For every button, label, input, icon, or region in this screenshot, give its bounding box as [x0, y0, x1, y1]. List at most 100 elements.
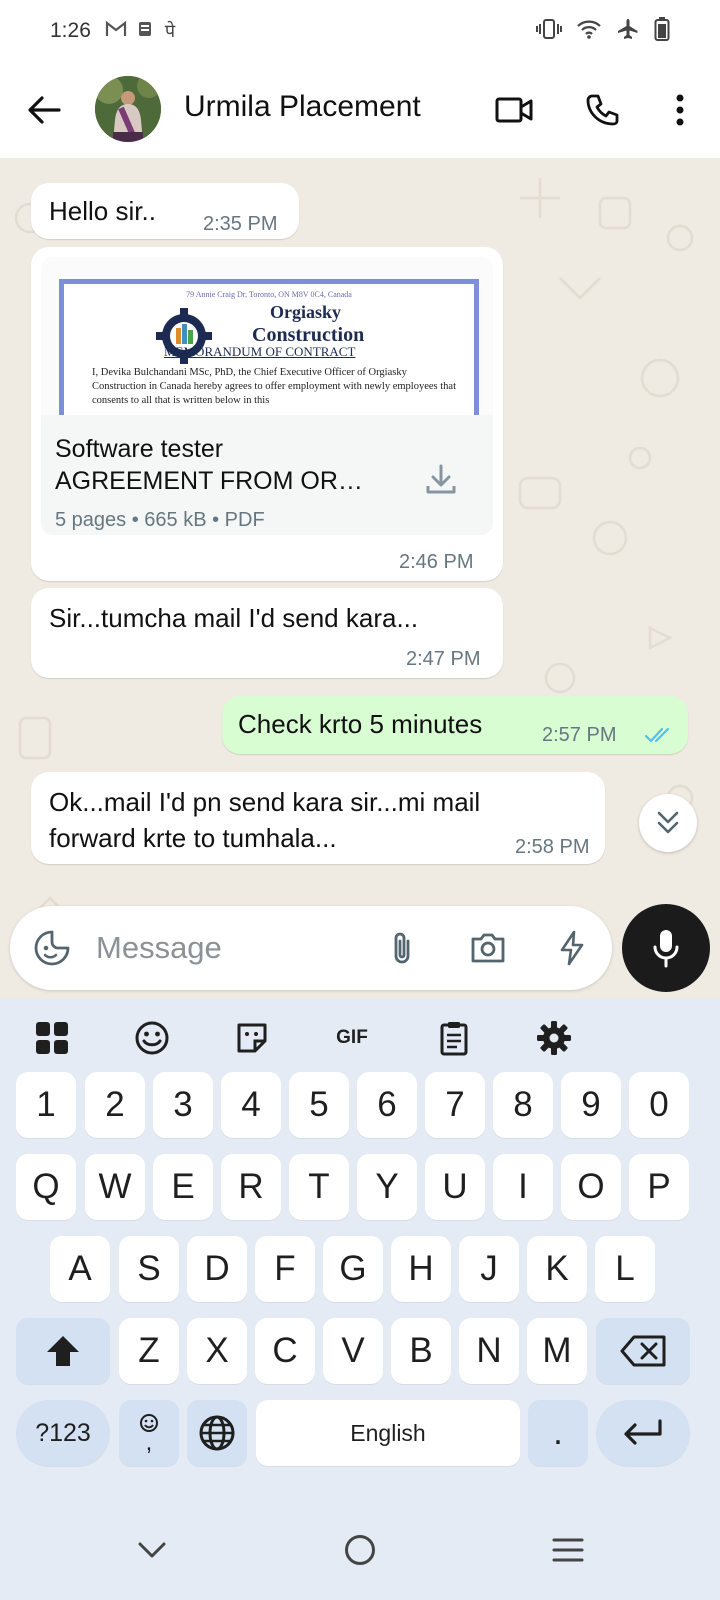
key-d[interactable]: D: [187, 1236, 247, 1302]
key-x[interactable]: X: [187, 1318, 247, 1384]
message-input[interactable]: [96, 922, 366, 974]
shift-key[interactable]: [16, 1318, 110, 1384]
key-h[interactable]: H: [391, 1236, 451, 1302]
nav-back-button[interactable]: [128, 1526, 176, 1574]
settings-button[interactable]: [532, 1016, 576, 1060]
message-bubble-incoming[interactable]: Sir...tumcha mail I'd send kara... 2:47 …: [31, 588, 503, 678]
key-1[interactable]: 1: [16, 1072, 76, 1138]
more-options-button[interactable]: [662, 88, 698, 132]
key-e[interactable]: E: [153, 1154, 213, 1220]
camera-button[interactable]: [466, 926, 510, 970]
status-right-icons: [536, 16, 670, 47]
contact-name[interactable]: Urmila Placement: [184, 90, 421, 124]
key-6[interactable]: 6: [357, 1072, 417, 1138]
key-2[interactable]: 2: [85, 1072, 145, 1138]
key-q[interactable]: Q: [16, 1154, 76, 1220]
key-b[interactable]: B: [391, 1318, 451, 1384]
key-z[interactable]: Z: [119, 1318, 179, 1384]
video-call-icon: [495, 97, 533, 123]
message-time: 2:46 PM: [399, 551, 474, 573]
attach-button[interactable]: [380, 926, 424, 970]
enter-key[interactable]: [596, 1400, 690, 1466]
key-r[interactable]: R: [221, 1154, 281, 1220]
emoji-comma-key[interactable]: ,: [119, 1400, 179, 1466]
key-s[interactable]: S: [119, 1236, 179, 1302]
gif-button[interactable]: GIF: [330, 1016, 374, 1060]
document-message-bubble[interactable]: 79 Annie Craig Dr, Toronto, ON M8V 0C4, …: [31, 247, 503, 581]
nav-home-icon: [345, 1535, 375, 1565]
key-m[interactable]: M: [527, 1318, 587, 1384]
comma-label: ,: [145, 1429, 153, 1456]
back-button[interactable]: [22, 88, 66, 132]
emoji-button[interactable]: [130, 1016, 174, 1060]
message-text: Check krto 5 minutes: [238, 709, 483, 739]
message-bubble-incoming[interactable]: Ok...mail I'd pn send kara sir...mi mail…: [31, 772, 605, 864]
back-arrow-icon: [28, 96, 61, 124]
document-info[interactable]: Software tester AGREEMENT FROM OR… 5 pag…: [41, 415, 493, 535]
key-4[interactable]: 4: [221, 1072, 281, 1138]
airplane-icon: [616, 17, 640, 46]
key-f[interactable]: F: [255, 1236, 315, 1302]
apps-grid-icon: [36, 1022, 68, 1054]
nav-recents-button[interactable]: [544, 1526, 592, 1574]
key-n[interactable]: N: [459, 1318, 519, 1384]
message-text: Hello sir..: [49, 196, 156, 226]
key-a[interactable]: A: [50, 1236, 110, 1302]
key-8[interactable]: 8: [493, 1072, 553, 1138]
avatar-image: [95, 76, 161, 142]
battery-icon: [654, 16, 670, 47]
period-key[interactable]: .: [528, 1400, 588, 1466]
key-t[interactable]: T: [289, 1154, 349, 1220]
key-o[interactable]: O: [561, 1154, 621, 1220]
message-time: 2:35 PM: [203, 213, 278, 235]
sticker-button[interactable]: [230, 1016, 274, 1060]
more-vert-icon: [676, 94, 684, 126]
globe-icon: [199, 1415, 235, 1451]
document-preview[interactable]: 79 Annie Craig Dr, Toronto, ON M8V 0C4, …: [41, 257, 493, 415]
key-i[interactable]: I: [493, 1154, 553, 1220]
key-5[interactable]: 5: [289, 1072, 349, 1138]
symbols-key[interactable]: ?123: [16, 1400, 110, 1466]
backspace-key[interactable]: [596, 1318, 690, 1384]
clipboard-button[interactable]: [432, 1016, 476, 1060]
key-u[interactable]: U: [425, 1154, 485, 1220]
key-v[interactable]: V: [323, 1318, 383, 1384]
document-name: Software tester AGREEMENT FROM OR…: [55, 435, 363, 495]
chat-area[interactable]: Hello sir.. 2:35 PM 79 Annie Craig Dr, T…: [0, 158, 720, 998]
key-w[interactable]: W: [85, 1154, 145, 1220]
language-key[interactable]: [187, 1400, 247, 1466]
message-bubble-incoming[interactable]: Hello sir.. 2:35 PM: [31, 183, 299, 239]
key-3[interactable]: 3: [153, 1072, 213, 1138]
nav-home-button[interactable]: [336, 1526, 384, 1574]
sticker-icon: [237, 1023, 267, 1053]
key-y[interactable]: Y: [357, 1154, 417, 1220]
scroll-to-bottom-button[interactable]: [639, 794, 697, 852]
emoji-sticker-button[interactable]: [30, 926, 74, 970]
key-7[interactable]: 7: [425, 1072, 485, 1138]
video-call-button[interactable]: [492, 88, 536, 132]
chat-header: Urmila Placement: [0, 62, 720, 158]
voice-call-button[interactable]: [580, 88, 624, 132]
space-key[interactable]: English: [256, 1400, 520, 1466]
document-meta: 5 pages • 665 kB • PDF: [55, 509, 265, 531]
key-c[interactable]: C: [255, 1318, 315, 1384]
key-j[interactable]: J: [459, 1236, 519, 1302]
apps-grid-button[interactable]: [30, 1016, 74, 1060]
message-bubble-outgoing[interactable]: Check krto 5 minutes 2:57 PM: [222, 696, 688, 754]
message-time: 2:58 PM: [515, 836, 590, 858]
wifi-icon: [576, 18, 602, 45]
download-button[interactable]: [421, 459, 461, 499]
mic-button[interactable]: [622, 904, 710, 992]
avatar[interactable]: [95, 76, 161, 142]
certificate-address: 79 Annie Craig Dr, Toronto, ON M8V 0C4, …: [186, 290, 352, 299]
keyboard-toolbar: GIF: [0, 998, 720, 1074]
key-k[interactable]: K: [527, 1236, 587, 1302]
key-9[interactable]: 9: [561, 1072, 621, 1138]
key-g[interactable]: G: [323, 1236, 383, 1302]
quick-action-button[interactable]: [550, 926, 594, 970]
status-time: 1:26: [50, 19, 91, 42]
key-l[interactable]: L: [595, 1236, 655, 1302]
message-text: Ok...mail I'd pn send kara sir...mi mail…: [49, 787, 481, 853]
key-0[interactable]: 0: [629, 1072, 689, 1138]
key-p[interactable]: P: [629, 1154, 689, 1220]
